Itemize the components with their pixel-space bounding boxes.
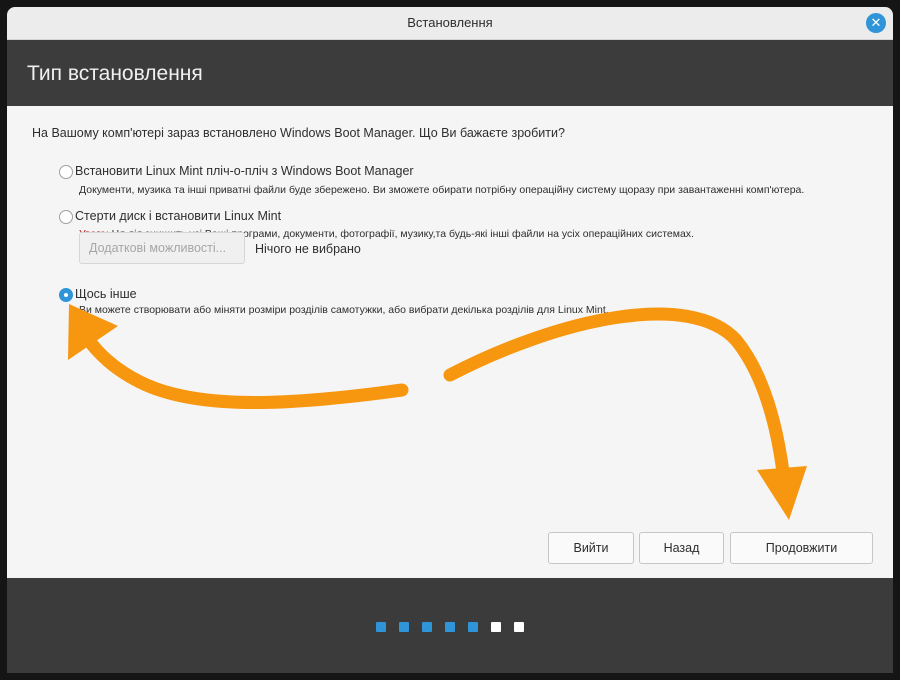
advanced-features-button[interactable]: Додаткові можливості... xyxy=(79,232,245,264)
progress-step-7 xyxy=(514,622,524,632)
quit-button[interactable]: Вийти xyxy=(548,532,634,564)
installer-window: Встановлення ✕ Тип встановлення На Вашом… xyxy=(7,7,893,673)
page-title: Тип встановлення xyxy=(27,62,203,85)
option-install-alongside-label[interactable]: Встановити Linux Mint пліч-о-пліч з Wind… xyxy=(75,164,414,178)
progress-step-3 xyxy=(422,622,432,632)
title-bar[interactable]: Встановлення ✕ xyxy=(7,7,893,40)
radio-erase-disk[interactable] xyxy=(59,210,73,224)
progress-step-4 xyxy=(445,622,455,632)
install-question: На Вашому комп'ютері зараз встановлено W… xyxy=(32,126,565,140)
option-something-else-description: Ви можете створювати або міняти розміри … xyxy=(79,304,609,316)
continue-button[interactable]: Продовжити xyxy=(730,532,873,564)
radio-install-alongside[interactable] xyxy=(59,165,73,179)
progress-step-5 xyxy=(468,622,478,632)
radio-something-else[interactable] xyxy=(59,288,73,302)
page-header: Тип встановлення xyxy=(7,40,893,106)
progress-footer xyxy=(7,578,893,673)
advanced-status-text: Нічого не вибрано xyxy=(255,242,361,256)
window-title: Встановлення xyxy=(407,15,493,30)
back-button[interactable]: Назад xyxy=(639,532,724,564)
progress-step-6 xyxy=(491,622,501,632)
progress-step-2 xyxy=(399,622,409,632)
option-erase-disk-label[interactable]: Стерти диск і встановити Linux Mint xyxy=(75,209,281,223)
main-content: На Вашому комп'ютері зараз встановлено W… xyxy=(7,106,893,578)
progress-step-1 xyxy=(376,622,386,632)
close-icon[interactable]: ✕ xyxy=(866,13,886,33)
option-something-else-label[interactable]: Щось інше xyxy=(75,287,137,301)
option-install-alongside-description: Документи, музика та інші приватні файли… xyxy=(79,184,805,196)
